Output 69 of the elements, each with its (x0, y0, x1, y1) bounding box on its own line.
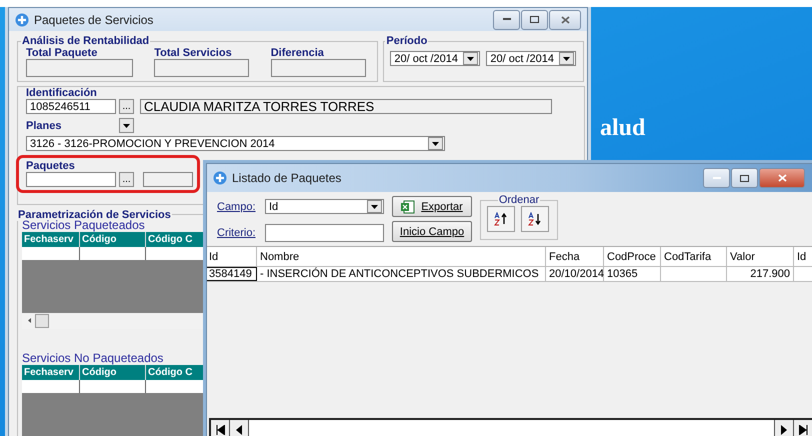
date-picker[interactable]: 20/ oct /2014 (390, 51, 480, 66)
close-icon (778, 174, 786, 182)
package-name-field (143, 172, 193, 187)
maximize-button[interactable] (731, 168, 758, 188)
sort-descending-icon (528, 212, 542, 226)
close-icon (560, 16, 570, 24)
scroll-left-icon (28, 318, 31, 324)
table-cell: - INSERCIÓN DE ANTICONCEPTIVOS SUBDERMICOS (257, 267, 546, 281)
field-label: Total Paquete (26, 47, 98, 59)
close-button[interactable] (759, 168, 805, 188)
input-field[interactable] (270, 59, 366, 77)
sort-descending-button[interactable] (521, 206, 549, 232)
browse-button[interactable]: ... (119, 99, 134, 114)
dropdown-button[interactable] (119, 118, 134, 133)
maximize-button[interactable] (521, 10, 548, 30)
field-dropdown[interactable]: Id (265, 199, 384, 214)
window-title: Paquetes de Servicios (34, 12, 154, 26)
input-field[interactable]: 1085246511 (26, 99, 116, 114)
grid-row[interactable] (22, 380, 204, 393)
export-button[interactable]: Exportar (392, 196, 472, 217)
close-button[interactable] (549, 10, 581, 30)
group-title: Análisis de Rentabilidad (21, 35, 150, 47)
grid-row[interactable] (22, 246, 204, 260)
field-label: Planes (26, 120, 62, 132)
input-field[interactable] (26, 172, 116, 187)
field-label: Campo: (217, 200, 257, 212)
previous-record-icon (236, 425, 242, 435)
dropdown-arrow-icon (371, 204, 378, 208)
field-label: Identificación (26, 87, 97, 99)
app-plus-icon (213, 171, 227, 185)
window-title: Listado de Paquetes (232, 171, 342, 185)
maximize-icon (740, 174, 749, 182)
sort-ascending-icon (494, 212, 508, 226)
criteria-field[interactable] (265, 224, 384, 242)
group-title: Ordenar (498, 194, 540, 206)
date-picker[interactable]: 20/ oct /2014 (486, 51, 576, 66)
group-title: Período (385, 35, 428, 47)
field-label: Paquetes (26, 160, 75, 172)
input-field[interactable] (26, 59, 133, 77)
table-cell: 10365 (604, 267, 661, 281)
field-label: Total Servicios (154, 47, 232, 59)
dropdown-arrow-icon (123, 124, 130, 128)
next-record-icon (781, 425, 787, 435)
browse-button[interactable]: ... (119, 172, 134, 187)
scroll-thumb[interactable] (35, 314, 49, 328)
dropdown-arrow-icon (563, 56, 570, 60)
table-cell: 20/10/2014 (546, 267, 604, 281)
field-label: Criterio: (217, 227, 257, 239)
table-cell: 3584149 (207, 267, 257, 281)
sort-ascending-button[interactable] (487, 206, 515, 232)
reset-field-button[interactable]: Inicio Campo (392, 221, 472, 242)
minimize-button[interactable] (493, 10, 520, 30)
last-record-icon (798, 425, 808, 435)
plan-dropdown[interactable]: 3126 - 3126-PROMOCION Y PREVENCION 2014 (26, 136, 445, 151)
dropdown-arrow-icon (467, 56, 474, 60)
record-navigator[interactable] (209, 418, 812, 436)
grid-title: Servicios No Paqueteados (22, 350, 164, 365)
app-plus-icon (15, 12, 29, 26)
desktop-text: alud (600, 115, 646, 142)
dropdown-arrow-icon (432, 142, 439, 146)
maximize-icon (530, 16, 539, 23)
input-field[interactable] (154, 59, 250, 77)
table-cell: 217.900 (727, 267, 794, 281)
field-label: Diferencia (270, 47, 324, 59)
column-header[interactable]: Id (207, 247, 257, 267)
first-record-icon (216, 425, 224, 435)
spreadsheet-icon (401, 200, 416, 214)
name-field: CLAUDIA MARITZA TORRES TORRES (140, 99, 552, 114)
minimize-icon (502, 18, 510, 21)
